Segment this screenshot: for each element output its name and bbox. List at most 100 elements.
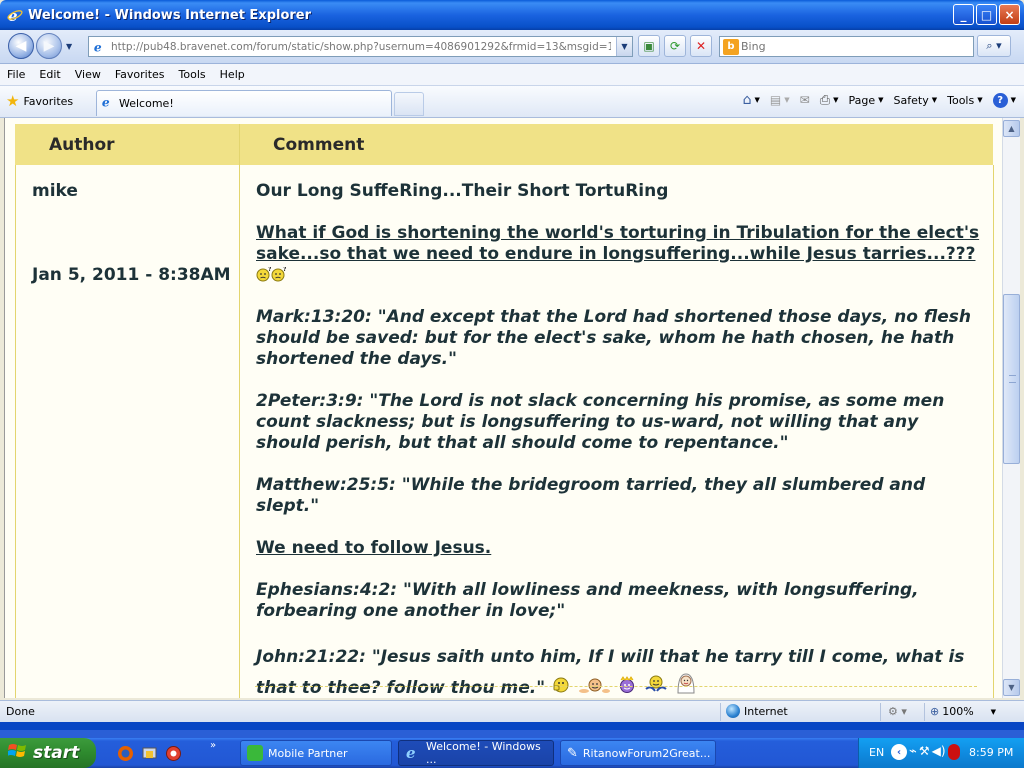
clock[interactable]: 8:59 PM — [969, 746, 1013, 759]
vertical-scrollbar[interactable]: ▲ ▼ — [1002, 118, 1020, 698]
home-icon: ⌂ — [742, 92, 752, 108]
taskbar-item-ie[interactable]: e Welcome! - Windows ... — [398, 740, 554, 766]
compatibility-view-button[interactable]: ▣ — [638, 35, 660, 57]
page-icon: e — [92, 39, 108, 55]
minimize-button[interactable]: _ — [953, 4, 974, 25]
verse-mark: Mark:13:20: "And except that the Lord ha… — [256, 307, 971, 369]
status-divider — [924, 703, 925, 721]
help-icon: ? — [992, 92, 1008, 108]
feeds-button[interactable]: ▤ ▼ — [770, 93, 790, 107]
svg-text:e: e — [94, 40, 102, 54]
favorites-bar: ★ Favorites e Welcome! ⌂ ▼ ▤ ▼ ✉ ⎙ ▼ Page ▼ … — [0, 86, 1024, 118]
menu-bar: File Edit View Favorites Tools Help — [0, 64, 1024, 86]
tray-icons: ‹ ⌁ ⚒ ◀) — [891, 744, 960, 760]
system-tray: EN ‹ ⌁ ⚒ ◀) 8:59 PM — [858, 738, 1024, 768]
status-divider — [720, 703, 721, 721]
zoom-icon: ⊕ — [930, 705, 940, 718]
tools-icon[interactable]: ⚒ — [919, 744, 930, 760]
protected-mode-icon[interactable]: ⚙ ▾ — [888, 705, 907, 718]
language-indicator[interactable]: EN — [869, 746, 884, 759]
status-bar: Done Internet ⚙ ▾ ⊕ 100% ▼ — [0, 700, 1024, 722]
confused-smiley-icon: ? — [256, 266, 272, 282]
verse-john-paragraph: John:21:22: "Jesus saith unto him, If I … — [256, 643, 984, 698]
hugging-smiley-icon — [643, 673, 669, 695]
rss-icon: ▤ — [769, 93, 782, 107]
ie-icon: e — [405, 744, 421, 763]
print-button[interactable]: ⎙ ▼ — [820, 93, 839, 108]
post-title: Our Long SuffeRing...Their Short TortuRi… — [256, 181, 669, 201]
menu-favorites[interactable]: Favorites — [108, 68, 172, 81]
close-button[interactable]: × — [999, 4, 1020, 25]
ie-page-icon: e — [101, 94, 115, 112]
scroll-up-button[interactable]: ▲ — [1003, 120, 1020, 137]
menu-help[interactable]: Help — [213, 68, 252, 81]
tools-menu[interactable]: Tools ▼ — [947, 94, 983, 107]
refresh-button[interactable]: ⟳ — [664, 35, 686, 57]
search-button[interactable]: ⌕ ▾ — [977, 35, 1011, 57]
page-menu-label: Page — [848, 93, 876, 107]
stop-button[interactable]: ✕ — [690, 35, 712, 57]
chevron-down-icon: ▼ — [1008, 683, 1015, 692]
favorites-button[interactable]: ★ Favorites — [6, 92, 73, 110]
address-dropdown-icon[interactable]: ▼ — [616, 37, 632, 56]
media-player-icon[interactable] — [164, 744, 182, 762]
mail-button[interactable]: ✉ — [800, 93, 810, 107]
home-button[interactable]: ⌂ ▼ — [743, 92, 760, 108]
quick-launch-more-icon[interactable]: » — [210, 740, 216, 751]
taskbar-item-mobile-partner[interactable]: Mobile Partner — [240, 740, 392, 766]
network-icon[interactable]: ⌁ — [909, 744, 917, 760]
verse-matthew: Matthew:25:5: "While the bridegroom tarr… — [256, 475, 926, 516]
menu-file[interactable]: File — [0, 68, 32, 81]
mail-icon: ✉ — [799, 93, 810, 107]
bluetooth-icon[interactable] — [947, 744, 960, 760]
maximize-button[interactable]: □ — [976, 4, 997, 25]
svg-text:?: ? — [283, 267, 286, 273]
zoom-dropdown-icon: ▼ — [990, 707, 997, 716]
volume-icon[interactable]: ◀) — [932, 744, 946, 760]
bride-smiley-icon — [675, 671, 697, 695]
status-divider — [880, 703, 881, 721]
window-frame-bottom — [0, 722, 1024, 730]
bing-icon: b — [723, 38, 739, 55]
tray-expand-icon[interactable]: ‹ — [891, 744, 907, 760]
scroll-thumb[interactable] — [1003, 294, 1020, 464]
start-label: start — [33, 743, 80, 763]
url-input[interactable] — [111, 40, 611, 53]
scroll-down-button[interactable]: ▼ — [1003, 679, 1020, 696]
window-title: Welcome! - Windows Internet Explorer — [28, 7, 312, 23]
page-menu[interactable]: Page ▼ — [849, 94, 884, 107]
desktop-icon[interactable] — [140, 744, 158, 762]
firefox-icon[interactable] — [116, 744, 134, 762]
post-date: Jan 5, 2011 - 8:38AM — [32, 265, 231, 285]
post-comment: Our Long SuffeRing...Their Short TortuRi… — [256, 181, 984, 698]
stop-icon: ✕ — [695, 39, 707, 53]
menu-view[interactable]: View — [68, 68, 108, 81]
zoom-control[interactable]: ⊕ 100% ▼ — [930, 705, 996, 718]
new-tab-button[interactable] — [394, 92, 424, 116]
tab-welcome[interactable]: e Welcome! — [96, 90, 392, 116]
address-bar[interactable]: e ▼ — [88, 36, 633, 57]
post-separator — [255, 686, 977, 687]
search-input[interactable] — [741, 40, 961, 53]
globe-icon — [726, 704, 740, 718]
confused-smiley-icon: ? — [271, 266, 287, 282]
column-divider — [239, 124, 240, 698]
back-button[interactable]: ◀ — [8, 33, 34, 59]
table-border-left — [15, 165, 16, 698]
menu-tools[interactable]: Tools — [172, 68, 213, 81]
forum-table-header: Author Comment — [15, 124, 993, 165]
menu-edit[interactable]: Edit — [32, 68, 67, 81]
tab-label: Welcome! — [119, 97, 174, 110]
comment-column-header: Comment — [273, 135, 365, 155]
forward-button[interactable]: ▶ — [36, 33, 62, 59]
help-button[interactable]: ? ▼ — [992, 92, 1016, 108]
safety-menu-label: Safety — [893, 93, 929, 107]
thinking-smiley-icon — [551, 675, 571, 695]
search-box[interactable]: b — [719, 36, 974, 57]
start-button[interactable]: start — [0, 738, 96, 768]
safety-menu[interactable]: Safety ▼ — [894, 94, 938, 107]
history-dropdown-icon[interactable]: ▼ — [66, 42, 72, 51]
security-zone[interactable]: Internet — [726, 704, 788, 718]
zoom-level: 100% — [942, 705, 974, 718]
taskbar-item-ritanow[interactable]: ✎ RitanowForum2Great... — [560, 740, 716, 766]
